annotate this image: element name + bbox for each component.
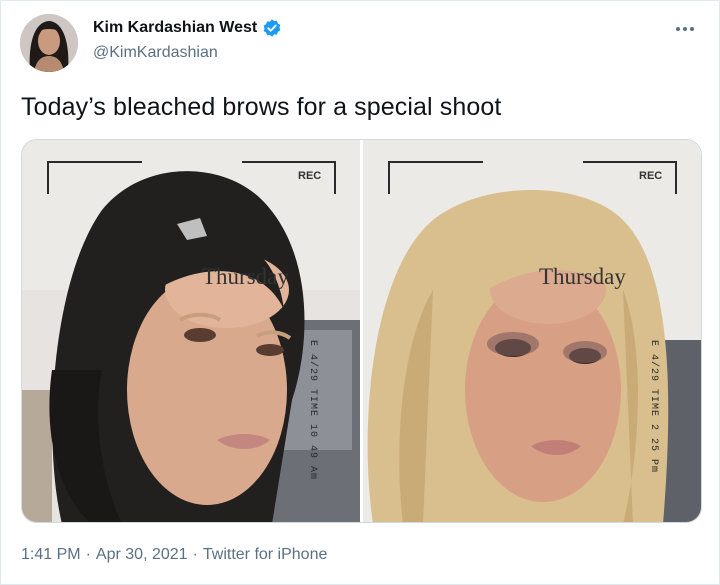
timestamp-overlay: E 4/29 TIME 10 49 Am bbox=[307, 340, 318, 481]
tweet-source[interactable]: Twitter for iPhone bbox=[203, 546, 328, 564]
media-grid: REC Thursday E 4/29 TIME 10 49 Am REC Th… bbox=[21, 139, 702, 523]
separator: · bbox=[85, 546, 91, 563]
author-handle[interactable]: @KimKardashian bbox=[93, 44, 218, 62]
tweet-card: Kim Kardashian West @KimKardashian Today… bbox=[0, 0, 720, 585]
tweet-metadata: 1:41 PM · Apr 30, 2021 · Twitter for iPh… bbox=[21, 546, 327, 564]
tweet-text: Today’s bleached brows for a special sho… bbox=[21, 93, 502, 121]
photo-1[interactable]: REC Thursday E 4/29 TIME 10 49 Am bbox=[22, 140, 360, 522]
dot bbox=[690, 27, 694, 31]
dot bbox=[683, 27, 687, 31]
verified-badge-icon bbox=[262, 18, 282, 38]
tweet-date[interactable]: Apr 30, 2021 bbox=[96, 546, 188, 564]
day-label: Thursday bbox=[539, 264, 626, 289]
day-label: Thursday bbox=[202, 264, 289, 289]
rec-label: REC bbox=[298, 170, 322, 182]
timestamp-overlay: E 4/29 TIME 2 25 Pm bbox=[648, 340, 659, 474]
photo-2[interactable]: REC Thursday E 4/29 TIME 2 25 Pm bbox=[363, 140, 701, 522]
tweet-time[interactable]: 1:41 PM bbox=[21, 546, 81, 564]
dot bbox=[676, 27, 680, 31]
more-options-icon[interactable] bbox=[673, 21, 697, 37]
separator: · bbox=[192, 546, 198, 563]
rec-label: REC bbox=[639, 170, 663, 182]
author-name-row[interactable]: Kim Kardashian West bbox=[93, 18, 282, 38]
author-display-name[interactable]: Kim Kardashian West bbox=[93, 19, 257, 37]
avatar[interactable] bbox=[20, 14, 78, 72]
